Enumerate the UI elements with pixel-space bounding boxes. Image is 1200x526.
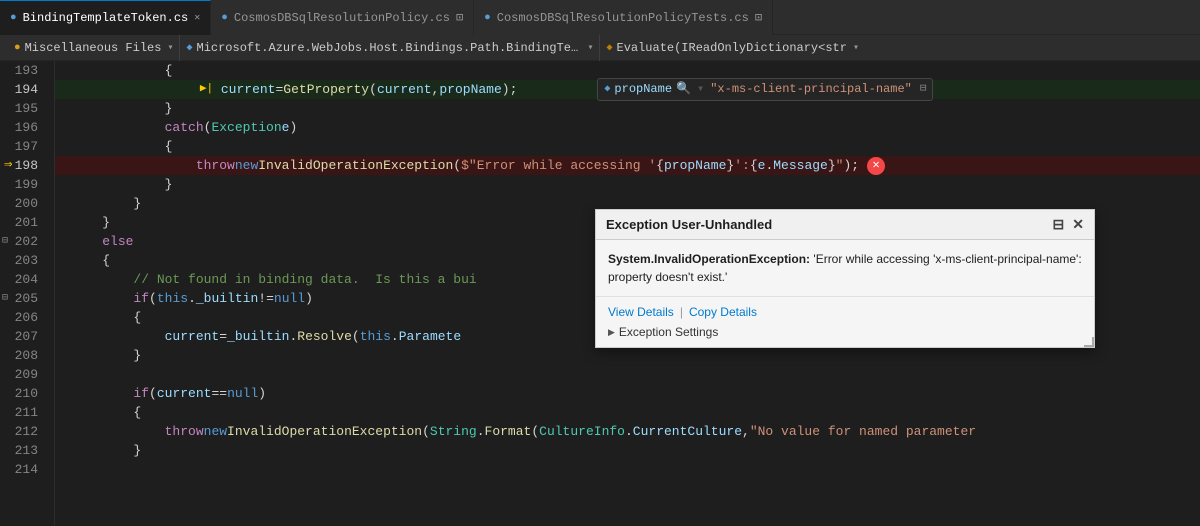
exception-text: System.InvalidOperationException: 'Error… — [608, 250, 1082, 286]
resize-handle[interactable] — [1084, 337, 1094, 347]
code-line-195: } — [55, 99, 1200, 118]
line-num-202: ⊟ 202 — [0, 232, 46, 251]
tooltip-prop-icon: ◆ — [604, 80, 610, 99]
code-line-208: } — [55, 346, 1200, 365]
fold-icon[interactable]: ⊟ — [2, 289, 8, 308]
code-line-209 — [55, 365, 1200, 384]
line-num-197: 197 — [0, 137, 46, 156]
bc-files-label: Miscellaneous Files — [25, 41, 162, 55]
line-num-214: 214 — [0, 460, 46, 479]
code-line-211: { — [55, 403, 1200, 422]
exception-title: Exception User-Unhandled — [606, 217, 772, 232]
line-num-193: 193 — [0, 61, 46, 80]
search-icon[interactable]: 🔍 — [676, 80, 691, 99]
breadcrumb-section-files[interactable]: ● Miscellaneous Files ▾ — [8, 35, 180, 61]
tab-icon: ● — [484, 12, 491, 24]
chevron-down-icon: ▾ — [853, 42, 859, 54]
exception-header-controls: ⊟ ✕ — [1053, 216, 1084, 233]
pin-button[interactable]: ⊟ — [1053, 216, 1065, 233]
error-indicator: ✕ — [867, 157, 885, 175]
tab-bar: ● BindingTemplateToken.cs ✕ ● CosmosDBSq… — [0, 0, 1200, 35]
tab-label: CosmosDBSqlResolutionPolicyTests.cs — [497, 11, 749, 25]
line-num-203: 203 — [0, 251, 46, 270]
line-num-212: 212 — [0, 422, 46, 441]
line-num-211: 211 — [0, 403, 46, 422]
tooltip-prop-label: propName — [614, 80, 672, 99]
line-num-209: 209 — [0, 365, 46, 384]
tab-label: BindingTemplateToken.cs — [23, 11, 189, 25]
code-editor: 193 194 195 196 197 ⇒ 198 199 200 201 ⊟ … — [0, 61, 1200, 526]
breadcrumb: ● Miscellaneous Files ▾ ◆ Microsoft.Azur… — [0, 35, 1200, 61]
link-separator: | — [680, 305, 683, 319]
line-num-206: 206 — [0, 308, 46, 327]
exception-popup: Exception User-Unhandled ⊟ ✕ System.Inva… — [595, 209, 1095, 348]
line-num-205: ⊟ 205 — [0, 289, 46, 308]
exception-body: System.InvalidOperationException: 'Error… — [596, 240, 1094, 296]
tab-icon: ● — [221, 12, 228, 24]
code-line-212: throw new InvalidOperationException ( St… — [55, 422, 1200, 441]
code-line-194: ▶| current = GetProperty ( current , pro… — [55, 80, 1200, 99]
line-num-200: 200 — [0, 194, 46, 213]
tab-label: CosmosDBSqlResolutionPolicy.cs — [234, 11, 450, 25]
exception-settings-row[interactable]: ▶ Exception Settings — [608, 325, 1082, 339]
tab-cosmosdb-tests[interactable]: ● CosmosDBSqlResolutionPolicyTests.cs ⊡ — [474, 0, 773, 35]
line-num-208: 208 — [0, 346, 46, 365]
tooltip-pin-icon[interactable]: ⊟ — [920, 80, 927, 99]
line-num-207: 207 — [0, 327, 46, 346]
tooltip-value: "x-ms-client-principal-name" — [710, 80, 912, 99]
line-num-199: 199 — [0, 175, 46, 194]
exception-type: System.InvalidOperationException: — [608, 252, 810, 266]
view-details-link[interactable]: View Details — [608, 305, 674, 319]
line-num-204: 204 — [0, 270, 46, 289]
dirty-indicator: ⊡ — [456, 10, 463, 25]
triangle-icon: ▶ — [608, 327, 615, 338]
line-num-201: 201 — [0, 213, 46, 232]
inline-propname-tooltip: ◆ propName 🔍 ▾ "x-ms-client-principal-na… — [597, 78, 933, 101]
breadcrumb-section-method[interactable]: ◆ Evaluate(IReadOnlyDictionary<str ▾ — [600, 35, 1192, 61]
exception-settings-label: Exception Settings — [619, 325, 718, 339]
dirty-indicator: ⊡ — [755, 10, 762, 25]
close-icon[interactable]: ✕ — [194, 12, 200, 24]
line-num-196: 196 — [0, 118, 46, 137]
bc-method-icon: ◆ — [606, 42, 612, 54]
chevron-down-icon: ▾ — [587, 42, 593, 54]
code-line-196: catch ( Exception e ) — [55, 118, 1200, 137]
line-num-195: 195 — [0, 99, 46, 118]
execution-arrow: ⇒ — [4, 156, 12, 175]
exception-links: View Details | Copy Details — [608, 305, 1082, 319]
breadcrumb-section-class[interactable]: ◆ Microsoft.Azure.WebJobs.Host.Bindings.… — [180, 35, 600, 61]
bc-method-label: Evaluate(IReadOnlyDictionary<str — [617, 41, 847, 55]
bc-class-label: Microsoft.Azure.WebJobs.Host.Bindings.Pa… — [197, 41, 582, 55]
fold-icon[interactable]: ⊟ — [2, 232, 8, 251]
code-line-198: throw new InvalidOperationException ( $"… — [55, 156, 1200, 175]
code-line-197: { — [55, 137, 1200, 156]
tooltip-separator: ▾ — [697, 80, 704, 99]
copy-details-link[interactable]: Copy Details — [689, 305, 757, 319]
bc-files-icon: ● — [14, 42, 21, 54]
line-num-198: ⇒ 198 — [0, 156, 46, 175]
code-line-214 — [55, 460, 1200, 479]
tab-cosmosdb-policy[interactable]: ● CosmosDBSqlResolutionPolicy.cs ⊡ — [211, 0, 474, 35]
line-numbers: 193 194 195 196 197 ⇒ 198 199 200 201 ⊟ … — [0, 61, 55, 526]
chevron-down-icon: ▾ — [167, 42, 173, 54]
code-line-199: } — [55, 175, 1200, 194]
exception-footer: View Details | Copy Details ▶ Exception … — [596, 296, 1094, 347]
code-line-213: } — [55, 441, 1200, 460]
line-num-213: 213 — [0, 441, 46, 460]
tab-binding-template[interactable]: ● BindingTemplateToken.cs ✕ — [0, 0, 211, 35]
code-line-210: if ( current == null ) — [55, 384, 1200, 403]
bc-class-icon: ◆ — [186, 42, 192, 54]
line-num-194: 194 — [0, 80, 46, 99]
tab-icon: ● — [10, 12, 17, 24]
close-button[interactable]: ✕ — [1072, 216, 1084, 233]
line-num-210: 210 — [0, 384, 46, 403]
exception-header: Exception User-Unhandled ⊟ ✕ — [596, 210, 1094, 240]
